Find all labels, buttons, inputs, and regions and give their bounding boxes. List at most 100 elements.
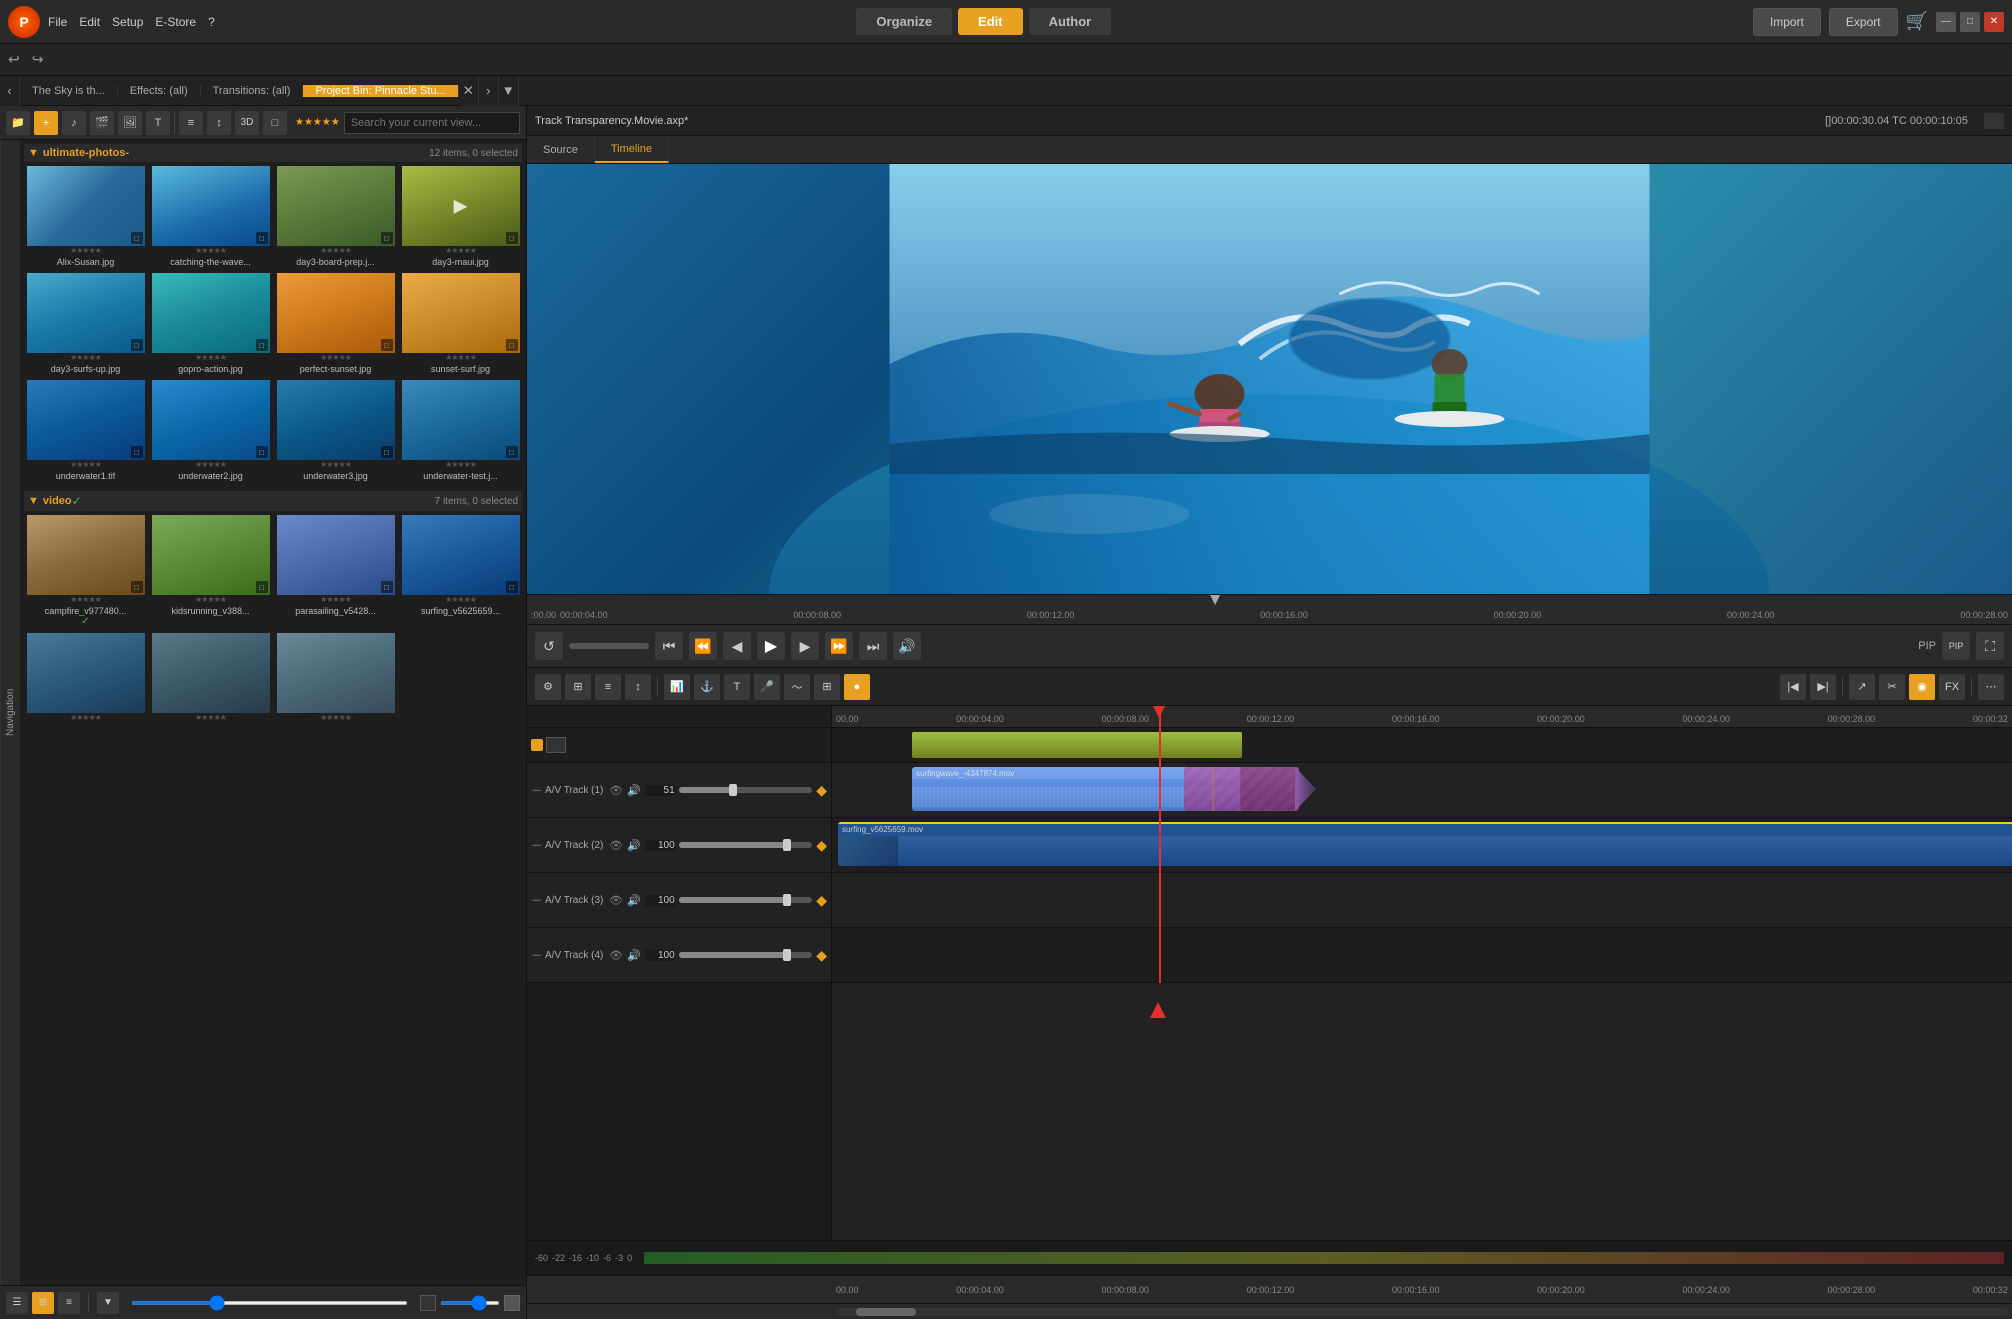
voiceover-button[interactable]: 🎤 [754,674,780,700]
track-2-fader-thumb[interactable] [783,839,791,851]
scrollbar-thumb[interactable] [856,1308,916,1316]
list-item[interactable]: □ ★★★★★ underwater1.tif [24,378,147,483]
timeline-settings-button[interactable]: ⚙ [535,674,561,700]
step-back-button[interactable]: ⏪ [689,632,717,660]
track-2-eye-icon[interactable]: 👁 [609,839,623,852]
list-item[interactable]: ★★★★★ [24,631,147,726]
zoom-out-button[interactable]: ▶| [1810,674,1836,700]
menu-edit[interactable]: Edit [79,15,100,29]
3d-label[interactable]: 3D [235,111,259,135]
photo-icon[interactable]: 🖼 [118,111,142,135]
list-item[interactable]: □ ★★★★★ underwater-test.j... [399,378,522,483]
track-4-keyframe-icon[interactable]: ◆ [816,947,827,964]
clip-btn[interactable]: ✂ [1879,674,1905,700]
audio-button[interactable]: 〜 [784,674,810,700]
track-3-mute-icon[interactable]: 🔊 [627,894,641,907]
plus-icon[interactable]: + [34,111,58,135]
snap-button[interactable]: ⊞ [565,674,591,700]
track-4-fader[interactable] [679,952,813,958]
list-item[interactable]: □ ★★★★★ day3-surfs-up.jpg [24,271,147,376]
track-3-keyframe-icon[interactable]: ◆ [816,892,827,909]
grid-view-button[interactable]: ⊞ [32,1292,54,1314]
list-item[interactable]: □ ★★★★★ perfect-sunset.jpg [274,271,397,376]
list-view-button[interactable]: ☰ [6,1292,28,1314]
fullscreen-button[interactable]: ⛶ [1976,632,2004,660]
section-photos[interactable]: ▼ ultimate-photos- 12 items, 0 selected [24,144,522,162]
sort-icon[interactable]: ↕ [207,111,231,135]
track-4-side-icon[interactable]: | [531,954,541,956]
more-options-button[interactable]: ⋯ [1978,674,2004,700]
tab-scroll-right[interactable]: › [479,76,499,106]
list-item[interactable]: □ ★★★★★ campfire_v977480... ✓ [24,513,147,629]
list-item[interactable]: ★★★★★ [149,631,272,726]
list-item[interactable]: □ ★★★★★ gopro-action.jpg [149,271,272,376]
track-2-side-icon[interactable]: | [531,844,541,846]
export-tl-button[interactable]: ↗ [1849,674,1875,700]
zoom-in-button[interactable]: |◀ [1780,674,1806,700]
close-button[interactable]: ✕ [1984,12,2004,32]
timeline-tab[interactable]: Timeline [595,136,669,163]
track-clip-purple[interactable] [1184,767,1299,811]
tab-effects[interactable]: Effects: (all) [118,85,201,97]
size-slider[interactable] [440,1301,500,1305]
trim-button[interactable]: ↕ [625,674,651,700]
list-item[interactable]: □ ★★★★★ catching-the-wave... [149,164,272,269]
menu-file[interactable]: File [48,15,67,29]
list-item[interactable]: □ ★★★★★ day3-board-prep.j... [274,164,397,269]
source-tab[interactable]: Source [527,136,595,163]
active-tool-button[interactable]: ● [844,674,870,700]
color-button[interactable]: ◉ [1909,674,1935,700]
section-video[interactable]: ▼ video ✓ 7 items, 0 selected [24,491,522,511]
track-3-side-icon[interactable]: | [531,899,541,901]
detail-view-button[interactable]: ≡ [58,1292,80,1314]
track-1-fader[interactable] [679,787,813,793]
folder-icon[interactable]: 📁 [6,111,30,135]
list-item[interactable]: ★★★★★ [274,631,397,726]
menu-estore[interactable]: E-Store [155,15,196,29]
track-1-keyframe-icon[interactable]: ◆ [816,782,827,799]
volume-button[interactable]: 🔊 [893,632,921,660]
music-icon[interactable]: ♪ [62,111,86,135]
export-button[interactable]: Export [1829,8,1898,36]
navigation-label[interactable]: Navigation [0,140,20,1285]
view-options-button[interactable]: ▼ [97,1292,119,1314]
list-item[interactable]: ▶ □ ★★★★★ day3-maui.jpg [399,164,522,269]
edit-mode-button[interactable]: ≡ [595,674,621,700]
list-item[interactable]: □ ★★★★★ underwater3.jpg [274,378,397,483]
redo-button[interactable]: ↪ [28,49,48,70]
menu-help[interactable]: ? [208,15,215,29]
tab-transitions[interactable]: Transitions: (all) [201,85,304,97]
track-1-eye-icon[interactable]: 👁 [609,784,623,797]
step-forward-button[interactable]: ⏩ [825,632,853,660]
track-2-keyframe-icon[interactable]: ◆ [816,837,827,854]
list-item[interactable]: □ ★★★★★ surfing_v5625659... [399,513,522,629]
tab-menu[interactable]: ▼ [499,76,519,106]
display-icon[interactable]: □ [263,111,287,135]
undo-button[interactable]: ↩ [4,49,24,70]
frame-forward-button[interactable]: ▶ [791,632,819,660]
fx-button[interactable]: FX [1939,674,1965,700]
track-1-mute-icon[interactable]: 🔊 [627,784,641,797]
skip-start-button[interactable]: ⏮ [655,632,683,660]
maximize-button[interactable]: □ [1960,12,1980,32]
track-2-mute-icon[interactable]: 🔊 [627,839,641,852]
track-3-fader[interactable] [679,897,813,903]
track-2-fader[interactable] [679,842,813,848]
scrollbar-track[interactable] [836,1308,2008,1316]
play-button[interactable]: ▶ [757,632,785,660]
tab-sky[interactable]: The Sky is th... [20,85,118,97]
list-item[interactable]: □ ★★★★★ kidsrunning_v388... [149,513,272,629]
track-clip-large[interactable]: surfing_v5625659.mov [838,822,2012,866]
organize-button[interactable]: Organize [856,8,952,35]
import-button[interactable]: Import [1753,8,1821,36]
anchor-button[interactable]: ⚓ [694,674,720,700]
track-4-mute-icon[interactable]: 🔊 [627,949,641,962]
list-item[interactable]: □ ★★★★★ parasailing_v5428... [274,513,397,629]
volume-slider[interactable] [569,643,649,649]
histogram-button[interactable]: 📊 [664,674,690,700]
search-input[interactable] [344,112,520,134]
overlay-clip[interactable] [912,732,1242,758]
minimize-button[interactable]: — [1936,12,1956,32]
author-button[interactable]: Author [1029,8,1112,35]
edit-button[interactable]: Edit [958,8,1023,35]
